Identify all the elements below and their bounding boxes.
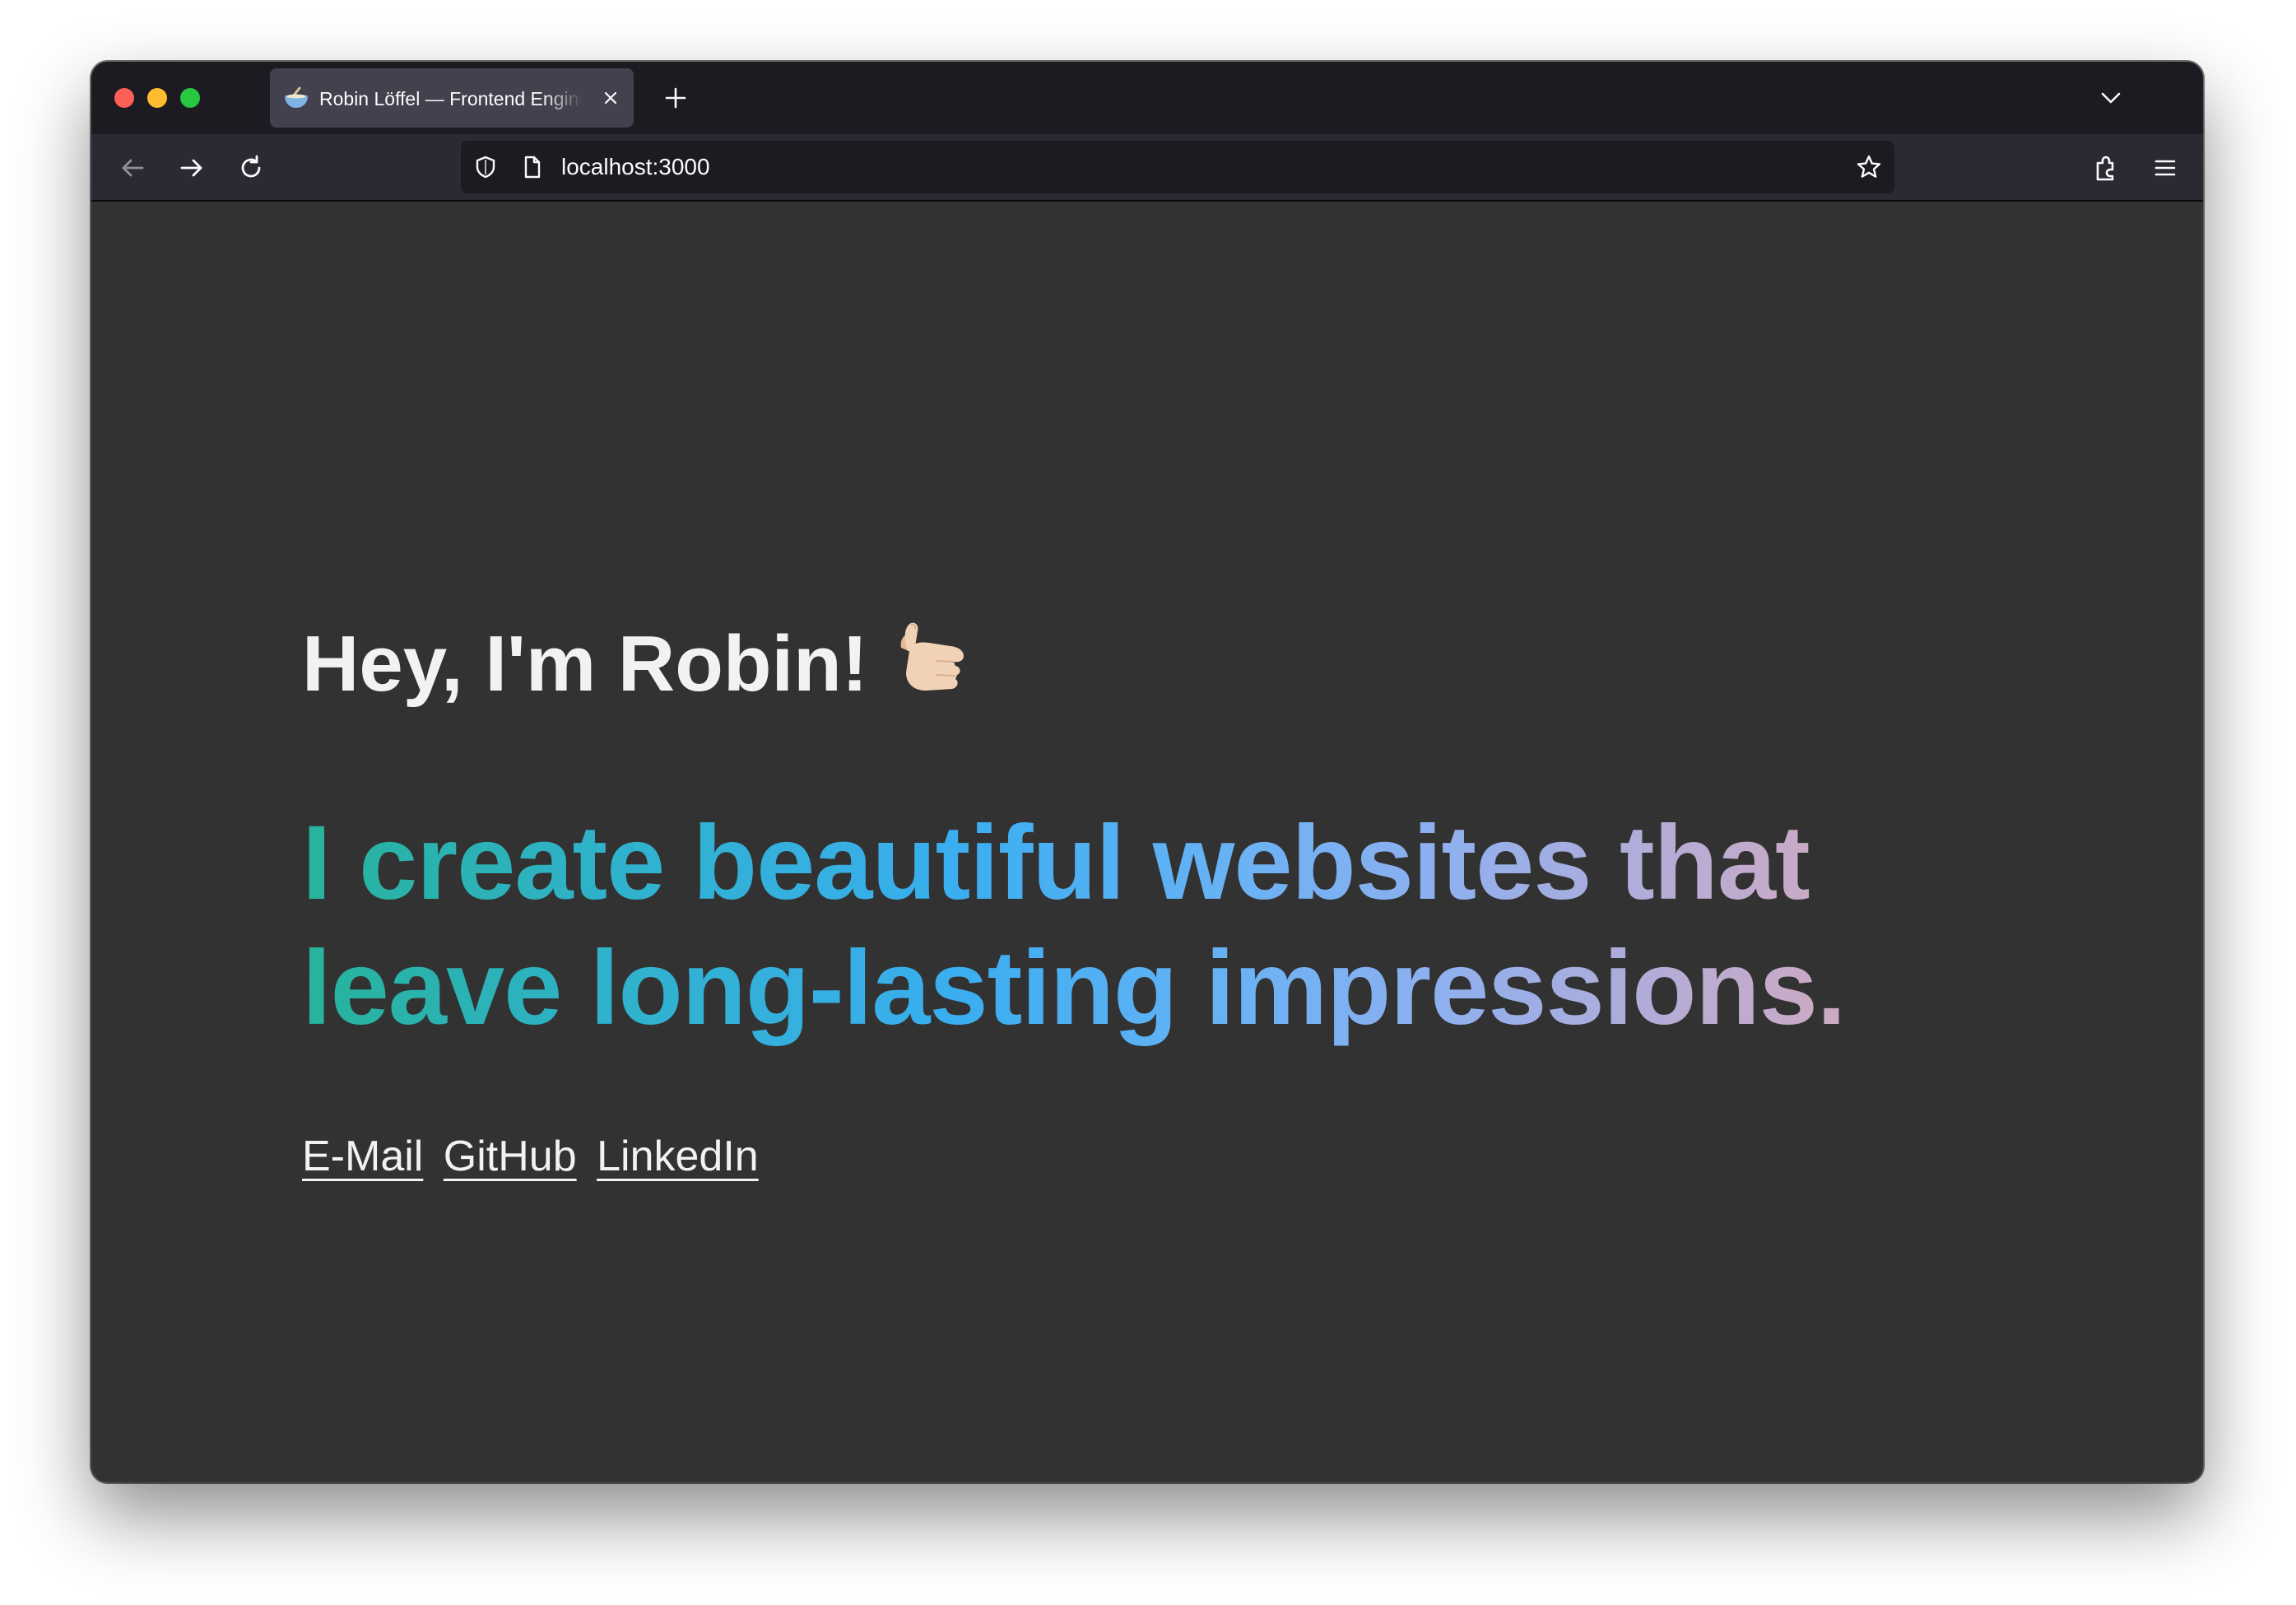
greeting-text: Hey, I'm Robin! (302, 620, 868, 708)
greeting-heading: Hey, I'm Robin! (302, 615, 970, 709)
social-links: E-Mail GitHub LinkedIn (302, 1130, 767, 1183)
linkedin-link[interactable]: LinkedIn (597, 1133, 759, 1180)
call-me-hand-icon (885, 615, 970, 697)
tagline: I create beautiful websites that leave l… (302, 801, 2030, 1051)
close-icon[interactable] (599, 86, 622, 109)
active-tab[interactable]: Robin Löffel — Frontend Engineer (270, 68, 634, 128)
reload-icon[interactable] (231, 148, 271, 188)
extensions-icon[interactable] (2086, 148, 2126, 188)
tab-strip: Robin Löffel — Frontend Engineer (91, 62, 2203, 134)
minimize-window-button[interactable] (147, 88, 167, 108)
zoom-window-button[interactable] (180, 88, 200, 108)
tab-title: Robin Löffel — Frontend Engineer (319, 88, 583, 109)
browser-window: Robin Löffel — Frontend Engineer localho… (91, 62, 2203, 1482)
email-link[interactable]: E-Mail (302, 1133, 423, 1180)
menu-icon[interactable] (2145, 148, 2185, 188)
new-tab-plus-icon[interactable] (658, 80, 694, 116)
github-link[interactable]: GitHub (444, 1133, 577, 1180)
url-bar[interactable]: localhost:3000 (461, 141, 1894, 193)
back-arrow-icon[interactable] (113, 148, 152, 188)
tab-list-chevron-icon[interactable] (2093, 80, 2129, 116)
page-icon[interactable] (518, 154, 545, 180)
page-content: Hey, I'm Robin! I create beautiful websi… (91, 202, 2203, 1482)
nav-toolbar: localhost:3000 (91, 134, 2203, 202)
shield-icon[interactable] (472, 154, 499, 180)
forward-arrow-icon[interactable] (172, 148, 211, 188)
star-icon[interactable] (1855, 153, 1883, 181)
bowl-emoji-icon (283, 86, 309, 109)
close-window-button[interactable] (114, 88, 134, 108)
url-text[interactable]: localhost:3000 (561, 154, 710, 180)
